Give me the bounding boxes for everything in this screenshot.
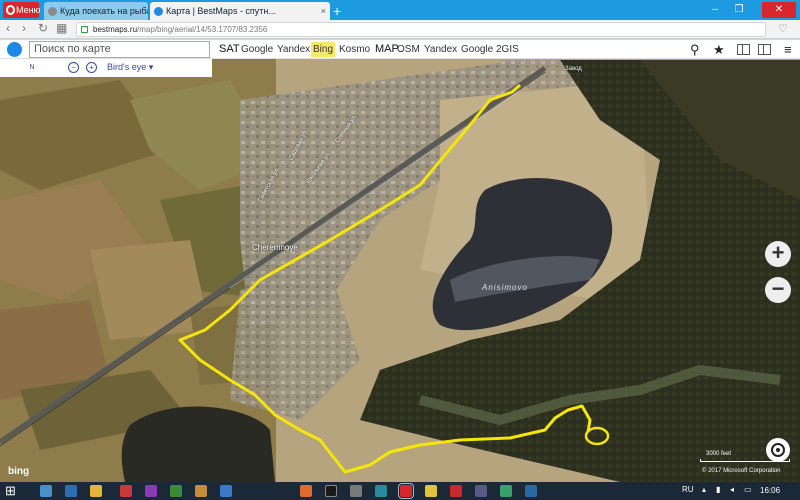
provider-google-map[interactable]: Google — [459, 42, 495, 57]
folder-icon[interactable] — [90, 485, 102, 497]
start-button[interactable]: ⊞ — [5, 483, 16, 499]
taskbar-app-icon[interactable] — [65, 485, 77, 497]
network-icon[interactable]: ▮ — [716, 485, 720, 494]
provider-bing-sat[interactable]: Bing — [311, 42, 336, 57]
battery-icon[interactable]: ▭ — [744, 485, 752, 494]
lock-icon — [81, 26, 88, 33]
scale-label: 3000 feet — [706, 451, 732, 457]
provider-2gis-map[interactable]: 2GIS — [494, 42, 521, 57]
tab-title: Куда поехать на рыбалку — [60, 6, 148, 16]
clock[interactable]: 16:06 — [760, 486, 780, 495]
opera-menu-button[interactable]: Меню — [3, 2, 41, 18]
bookmark-heart-icon[interactable]: ♡ — [778, 22, 788, 35]
close-tab-icon[interactable]: × — [321, 2, 326, 20]
maximize-button[interactable]: ❐ — [728, 2, 750, 18]
tab-fishing[interactable]: Куда поехать на рыбалку — [44, 2, 148, 20]
taskbar-app-icon[interactable] — [500, 485, 512, 497]
taskbar-app-icon[interactable] — [375, 485, 387, 497]
copyright-text: © 2017 Microsoft Corporation — [702, 468, 781, 474]
reload-icon[interactable]: ↻ — [38, 21, 48, 35]
page-favicon-icon — [48, 7, 57, 16]
opera-taskbar-icon[interactable] — [398, 483, 414, 499]
speed-dial-icon[interactable]: ▦ — [56, 21, 67, 35]
taskbar-app-icon[interactable] — [475, 485, 487, 497]
scale-bar — [700, 459, 790, 462]
favorites-star-icon[interactable]: ★ — [713, 42, 725, 57]
url-path: /map/bing/aerial/14/53.1707/83.2356 — [137, 25, 268, 34]
yandex-taskbar-icon[interactable] — [425, 485, 437, 497]
hamburger-menu-icon[interactable]: ≡ — [784, 42, 792, 57]
village-label: Завод — [565, 66, 582, 72]
split-view-icon[interactable] — [737, 44, 750, 55]
tray-arrow-icon[interactable]: ▴ — [702, 485, 706, 494]
taskbar-app-icon[interactable] — [325, 485, 337, 497]
volume-icon[interactable]: ◂ — [730, 485, 734, 494]
taskbar-app-icon[interactable] — [145, 485, 157, 497]
close-window-button[interactable]: ✕ — [762, 2, 796, 18]
zoom-out-small-icon[interactable]: − — [68, 62, 79, 73]
minimize-button[interactable]: – — [704, 2, 726, 18]
forward-arrow-icon[interactable]: › — [22, 21, 26, 35]
browser-titlebar: Меню Куда поехать на рыбалку Карта | Bes… — [0, 0, 800, 20]
tab-bestmaps[interactable]: Карта | BestMaps - спутн... × — [150, 2, 330, 20]
sat-label: SAT — [219, 43, 240, 55]
taskbar-app-icon[interactable] — [525, 485, 537, 497]
bestmaps-favicon-icon — [154, 7, 163, 16]
compass-icon[interactable]: N — [23, 60, 41, 76]
url-input[interactable]: bestmaps.ru/map/bing/aerial/14/53.1707/8… — [76, 22, 766, 37]
map-search-input[interactable]: Поиск по карте — [29, 41, 210, 58]
language-indicator[interactable]: RU — [682, 485, 694, 494]
zoom-in-small-icon[interactable]: + — [86, 62, 97, 73]
provider-yandex-map[interactable]: Yandex — [422, 42, 459, 57]
tab-title: Карта | BestMaps - спутн... — [166, 6, 276, 16]
layers-view-icon[interactable] — [758, 44, 771, 55]
taskbar-app-icon[interactable] — [195, 485, 207, 497]
taskbar-app-icon[interactable] — [120, 485, 132, 497]
location-pin-icon[interactable]: ⚲ — [690, 42, 700, 57]
opera-logo-icon — [6, 5, 15, 15]
birds-eye-dropdown[interactable]: Bird's eye ▾ — [107, 62, 153, 73]
bing-logo: bing — [8, 466, 30, 477]
provider-google-sat[interactable]: Google — [239, 42, 275, 57]
provider-yandex-sat[interactable]: Yandex — [275, 42, 312, 57]
provider-kosmo-sat[interactable]: Kosmo — [337, 42, 372, 57]
taskbar-app-icon[interactable] — [300, 485, 312, 497]
taskbar-app-icon[interactable] — [350, 485, 362, 497]
zoom-in-button[interactable]: + — [765, 241, 791, 267]
menu-label: Меню — [16, 5, 41, 15]
map-subbar: N − + Bird's eye ▾ — [0, 59, 212, 77]
url-host: bestmaps.ru — [93, 25, 138, 34]
bestmaps-logo-icon[interactable] — [7, 42, 22, 57]
address-bar: ‹ › ↻ ▦ bestmaps.ru/map/bing/aerial/14/5… — [0, 20, 800, 39]
windows-taskbar: ⊞ RU ▴ ▮ ◂ ▭ 16:06 — [0, 482, 800, 500]
taskbar-app-icon[interactable] — [40, 485, 52, 497]
zoom-out-button[interactable]: − — [765, 277, 791, 303]
taskbar-app-icon[interactable] — [450, 485, 462, 497]
back-arrow-icon[interactable]: ‹ — [6, 21, 10, 35]
new-tab-button[interactable]: + — [333, 4, 341, 18]
compass-label: N — [29, 64, 35, 71]
taskbar-app-icon[interactable] — [170, 485, 182, 497]
map-toolbar: Поиск по карте SAT Google Yandex Bing Ko… — [0, 40, 800, 59]
taskbar-app-icon[interactable] — [220, 485, 232, 497]
map-imagery — [0, 40, 800, 482]
satellite-map[interactable]: Cheremnoye Anisimovo Садовая ул. Советск… — [0, 40, 800, 482]
town-label: Cheremnoye — [252, 243, 298, 252]
provider-osm-map[interactable]: OSM — [395, 42, 422, 57]
lake-label: Anisimovo — [482, 283, 528, 292]
